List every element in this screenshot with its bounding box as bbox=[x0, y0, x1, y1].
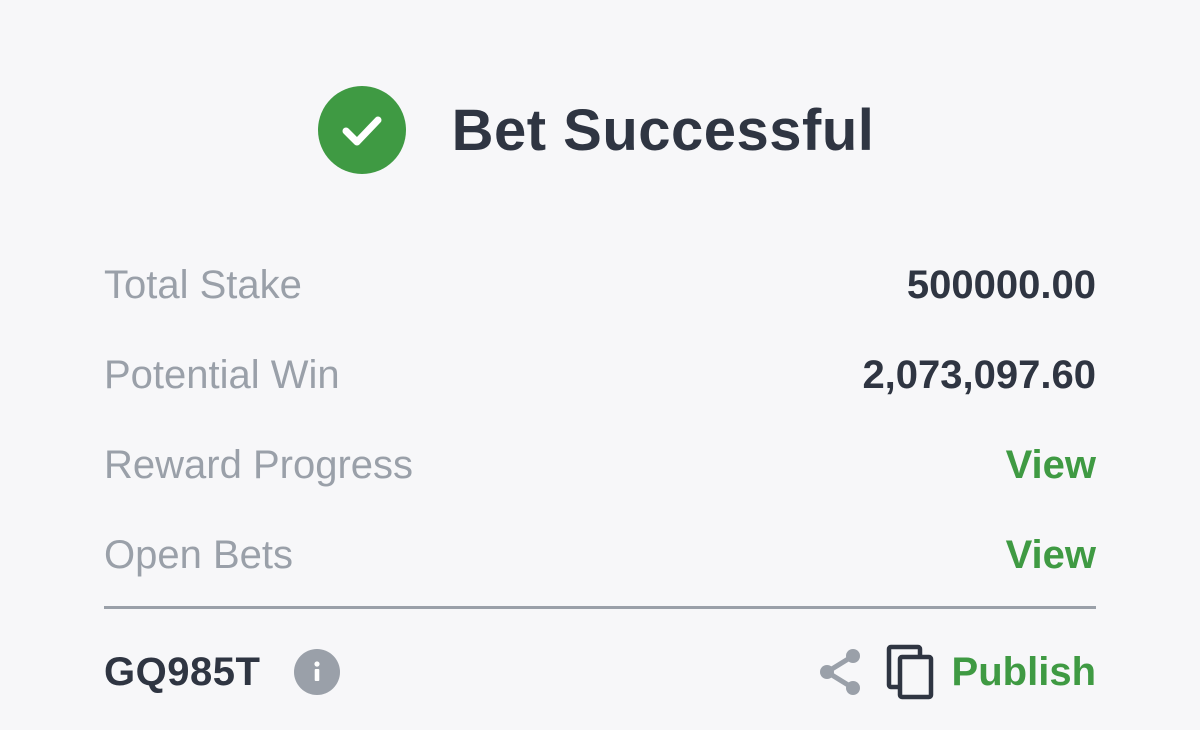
total-stake-value: 500000.00 bbox=[906, 262, 1096, 307]
bet-summary-list: Total Stake 500000.00 Potential Win 2,07… bbox=[104, 240, 1096, 600]
copy-icon[interactable] bbox=[884, 642, 936, 702]
open-bets-label: Open Bets bbox=[104, 532, 294, 577]
publish-actions: Publish bbox=[816, 642, 1096, 702]
publish-button[interactable]: Publish bbox=[952, 650, 1096, 695]
bet-success-card: Bet Successful Total Stake 500000.00 Pot… bbox=[0, 0, 1200, 730]
page-title: Bet Successful bbox=[451, 97, 875, 163]
potential-win-value: 2,073,097.60 bbox=[862, 352, 1096, 397]
reward-progress-row: Reward Progress View bbox=[104, 420, 1096, 510]
view-reward-progress-link[interactable]: View bbox=[1006, 443, 1096, 488]
success-header: Bet Successful bbox=[0, 70, 1200, 190]
booking-code: GQ985T bbox=[104, 649, 261, 694]
booking-code-group: GQ985T bbox=[104, 649, 341, 695]
open-bets-row: Open Bets View bbox=[104, 510, 1096, 600]
potential-win-row: Potential Win 2,073,097.60 bbox=[104, 330, 1096, 420]
view-open-bets-link[interactable]: View bbox=[1006, 533, 1096, 578]
share-icon[interactable] bbox=[816, 644, 864, 700]
summary-divider bbox=[104, 606, 1096, 609]
check-circle-icon bbox=[317, 86, 406, 174]
total-stake-row: Total Stake 500000.00 bbox=[104, 240, 1096, 330]
booking-footer: GQ985T Publish bbox=[104, 630, 1096, 714]
potential-win-label: Potential Win bbox=[104, 352, 340, 397]
reward-progress-label: Reward Progress bbox=[104, 442, 414, 487]
total-stake-label: Total Stake bbox=[104, 262, 302, 307]
info-icon[interactable] bbox=[294, 649, 341, 695]
